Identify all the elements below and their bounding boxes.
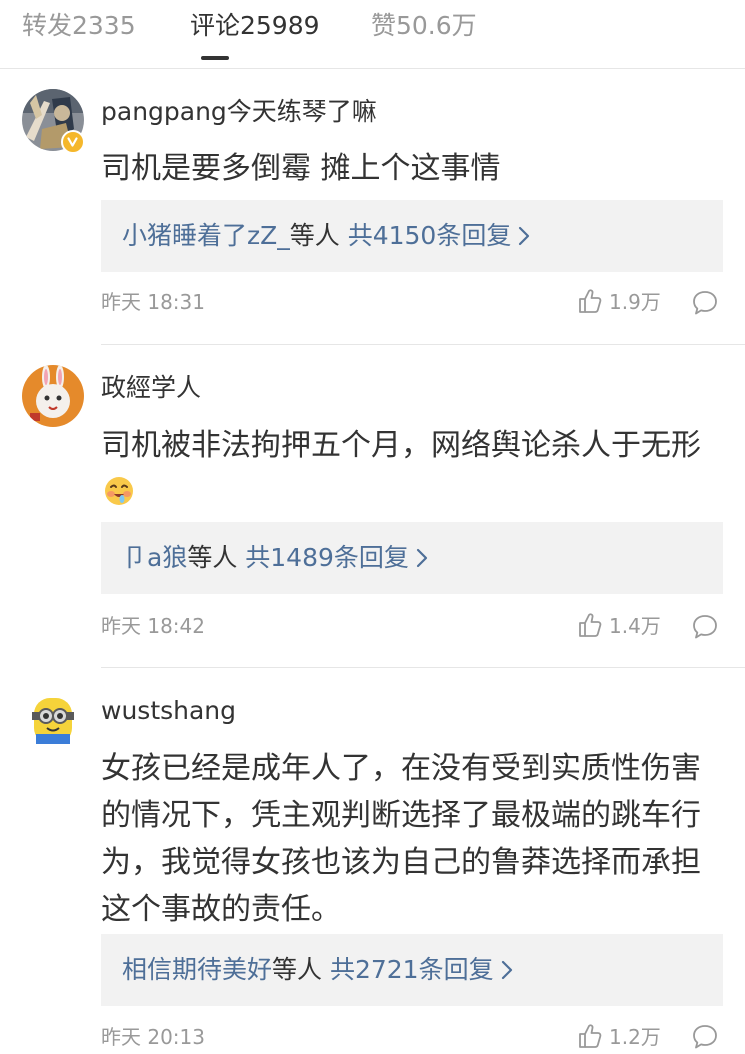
like-button[interactable]: 1.2万 (578, 1022, 661, 1052)
active-tab-indicator (201, 56, 229, 60)
comment-tabs: 转发2335 评论25989 赞50.6万 (0, 0, 745, 69)
replies-summary[interactable]: 卩a狼等人 共1489条回复 (101, 522, 723, 594)
drooling-face-emoji (105, 477, 133, 505)
replies-summary-line: 小猪睡着了zZ_等人 共4150条回复 (122, 218, 533, 254)
speech-bubble-icon[interactable] (691, 613, 719, 641)
like-button[interactable]: 1.9万 (578, 287, 661, 317)
reply-others-label: 等人 (289, 221, 348, 250)
speech-bubble-icon[interactable] (691, 1023, 719, 1051)
like-count: 1.9万 (609, 290, 661, 314)
tab-likes[interactable]: 赞50.6万 (371, 10, 477, 42)
speech-bubble-icon[interactable] (691, 289, 719, 317)
reply-total-link[interactable]: 共2721条回复 (330, 955, 494, 984)
chevron-right-icon (519, 226, 530, 246)
tab-reposts[interactable]: 转发2335 (22, 10, 136, 42)
thumbs-up-icon (579, 1024, 602, 1048)
comment-text: 司机是要多倒霉 摊上个这事情 (101, 151, 501, 186)
comment-item: wustshang 女孩已经是成年人了，在没有受到实质性伤害的情况下，凭主观判断… (0, 668, 745, 1054)
username[interactable]: 政經学人 (101, 371, 201, 405)
comment-item: pangpang今天练琴了嘛 司机是要多倒霉 摊上个这事情 小猪睡着了zZ_等人… (0, 69, 745, 344)
like-count: 1.4万 (609, 614, 661, 638)
reply-others-label: 等人 (272, 955, 330, 984)
reply-users-link[interactable]: 小猪睡着了zZ_ (122, 221, 290, 250)
chevron-right-icon (416, 548, 428, 568)
timestamp: 昨天 18:31 (101, 290, 205, 314)
like-button[interactable]: 1.4万 (578, 611, 661, 641)
reply-total-link[interactable]: 共1489条回复 (245, 543, 409, 572)
avatar[interactable] (22, 688, 84, 750)
replies-summary-line: 卩a狼等人 共1489条回复 (122, 540, 431, 576)
comment-text: 司机被非法拘押五个月，网络舆论杀人于无形 (101, 422, 716, 516)
username[interactable]: pangpang今天练琴了嘛 (101, 95, 377, 129)
verified-badge-icon (61, 130, 85, 154)
comment-text: 女孩已经是成年人了，在没有受到实质性伤害的情况下，凭主观判断选择了最极端的跳车行… (101, 751, 701, 927)
username[interactable]: wustshang (101, 694, 236, 728)
reply-others-label: 等人 (187, 543, 246, 572)
thumbs-up-icon (579, 289, 602, 313)
comment-item: 政經学人 司机被非法拘押五个月，网络舆论杀人于无形 卩a狼等人 共1489条回复… (0, 345, 745, 667)
comment-text-body: 司机被非法拘押五个月，网络舆论杀人于无形 (101, 428, 701, 463)
replies-summary[interactable]: 小猪睡着了zZ_等人 共4150条回复 (101, 200, 723, 272)
like-count: 1.2万 (609, 1025, 661, 1049)
reply-users-link[interactable]: 相信期待美好 (122, 955, 272, 984)
timestamp: 昨天 18:42 (101, 614, 205, 638)
avatar[interactable] (22, 365, 84, 427)
reply-total-link[interactable]: 共4150条回复 (348, 221, 512, 250)
chevron-right-icon (501, 960, 512, 980)
timestamp: 昨天 20:13 (101, 1025, 205, 1049)
replies-summary[interactable]: 相信期待美好等人 共2721条回复 (101, 934, 723, 1006)
reply-users-link[interactable]: 卩a狼 (122, 543, 187, 572)
replies-summary-line: 相信期待美好等人 共2721条回复 (122, 952, 516, 988)
tab-comments[interactable]: 评论25989 (190, 10, 320, 42)
thumbs-up-icon (579, 613, 602, 637)
